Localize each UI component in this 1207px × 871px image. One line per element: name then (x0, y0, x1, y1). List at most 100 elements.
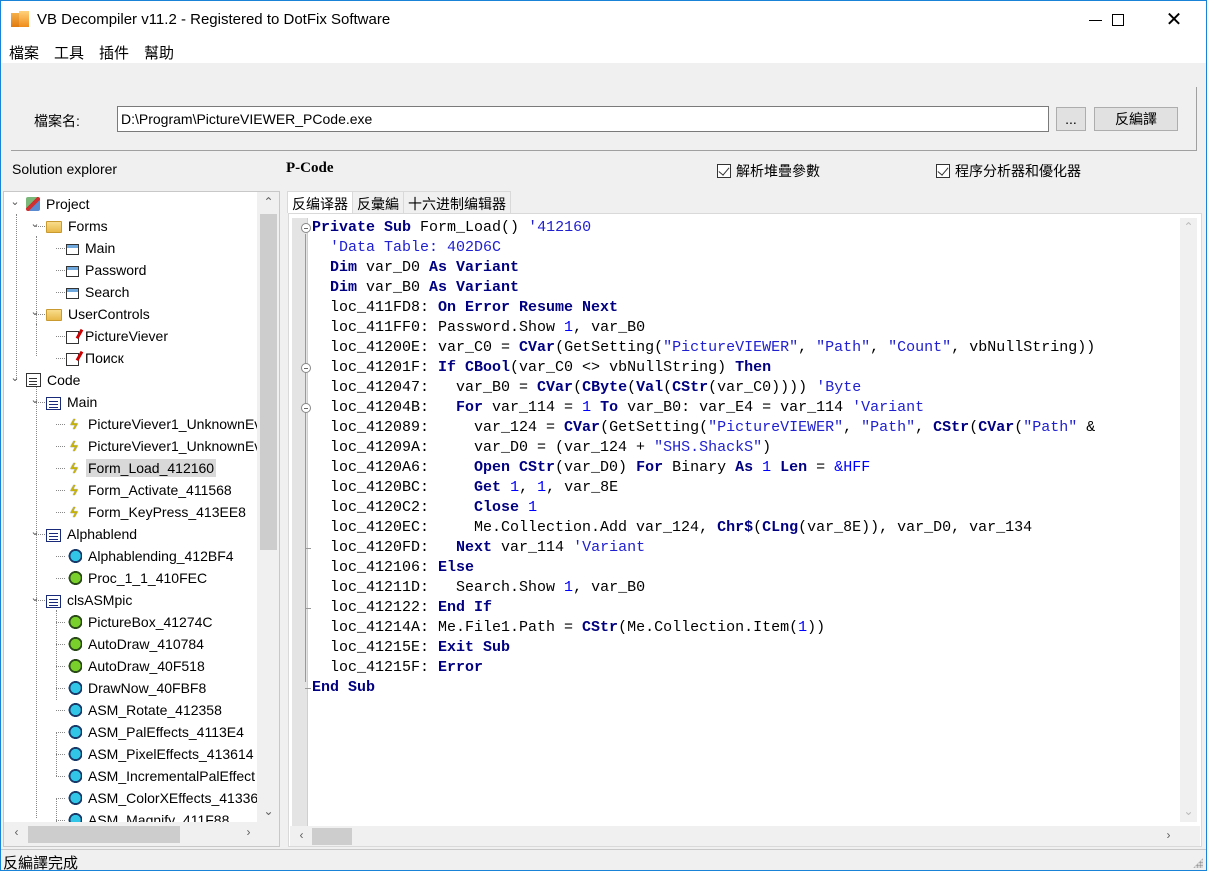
code-token: CStr (933, 419, 970, 436)
tree-node[interactable]: AutoDraw_40F518 (56, 655, 207, 677)
public-proc-icon (66, 614, 82, 630)
tree-node[interactable]: Main (56, 237, 117, 259)
tree-node[interactable]: PictureViever (56, 325, 170, 347)
resize-grip-icon[interactable] (1193, 858, 1203, 868)
code-token: "Path" (861, 419, 916, 436)
tree-node[interactable]: DrawNow_40FBF8 (56, 677, 208, 699)
menu-help[interactable]: 幫助 (144, 39, 174, 63)
code-editor[interactable]: Private Sub Form_Load() '412160 'Data Ta… (288, 213, 1202, 847)
tree-node[interactable]: ⌄ Alphablend (30, 523, 139, 545)
code-token: (GetSetting( (600, 419, 709, 436)
browse-button[interactable]: ... (1056, 107, 1086, 131)
chevron-down-icon[interactable]: ⌄ (30, 307, 40, 318)
scroll-down-icon[interactable]: ⌄ (1180, 804, 1197, 818)
tree-node[interactable]: ⌄ Forms (30, 215, 110, 237)
code-token: 1 (798, 619, 808, 636)
chevron-down-icon[interactable]: ⌄ (30, 593, 40, 604)
tree-node[interactable]: Password (56, 259, 148, 281)
tree-connector (56, 776, 65, 777)
tree-node[interactable]: Search (56, 281, 131, 303)
code-token: CVar (519, 339, 556, 356)
fold-collapse-icon[interactable] (301, 363, 311, 373)
tree-vertical-scrollbar[interactable]: ⌃ ⌄ (257, 192, 279, 822)
app-logo-icon (11, 11, 29, 27)
file-path-input[interactable] (117, 106, 1049, 132)
scroll-left-icon[interactable]: ‹ (293, 828, 310, 842)
code-token: Chr$ (717, 519, 754, 536)
close-button[interactable]: ✕ (1151, 1, 1197, 39)
tree-node[interactable]: ϟ Form_Activate_411568 (56, 479, 234, 501)
parse-stack-args-checkbox[interactable]: 解析堆疊參數 (717, 161, 820, 181)
code-token: Then (735, 359, 772, 376)
scroll-down-icon[interactable]: ⌄ (260, 804, 277, 818)
code-token: "PictureVIEWER" (663, 339, 799, 356)
maximize-button[interactable] (1095, 1, 1141, 39)
tree-node[interactable]: ASM_IncrementalPalEffect (56, 765, 257, 787)
code-token: End If (438, 599, 493, 616)
chevron-down-icon[interactable]: ⌄ (30, 527, 40, 538)
tree-node[interactable]: ASM_PalEffects_4113E4 (56, 721, 246, 743)
tree-hscroll-thumb[interactable] (28, 826, 180, 843)
tree-node[interactable]: ⌄ Project (10, 193, 92, 215)
tree-node[interactable]: Alphablending_412BF4 (56, 545, 236, 567)
tree-node[interactable]: ⌄ Code (10, 369, 82, 391)
tree-node[interactable]: ⌄ clsASMpic (30, 589, 134, 611)
code-vertical-scrollbar[interactable]: ⌃ ⌄ (1180, 218, 1197, 822)
scroll-up-icon[interactable]: ⌃ (260, 195, 277, 209)
tree-connector (36, 600, 45, 601)
tree-node[interactable]: ASM_ColorXEffects_41336 (56, 787, 257, 809)
tree-node-label: Main (67, 394, 98, 410)
menu-plugins[interactable]: 插件 (99, 39, 129, 63)
code-token: As (735, 459, 754, 476)
tab-disassembler[interactable]: 反彙編 (352, 191, 404, 213)
code-horizontal-scrollbar[interactable]: ‹ › (290, 826, 1200, 846)
code-hscroll-thumb[interactable] (312, 828, 352, 845)
chevron-down-icon[interactable]: ⌄ (10, 197, 20, 208)
fold-collapse-icon[interactable] (301, 223, 311, 233)
tree-node[interactable]: Proc_1_1_410FEC (56, 567, 209, 589)
form-icon (66, 266, 79, 277)
tree-horizontal-scrollbar[interactable]: ‹ › (4, 822, 279, 846)
tab-decompiler[interactable]: 反编译器 (287, 191, 353, 213)
chevron-down-icon[interactable]: ⌄ (30, 395, 40, 406)
decompile-button[interactable]: 反編譯 (1094, 107, 1178, 131)
form-icon (66, 288, 79, 299)
code-token: Close (474, 499, 520, 516)
tree-node[interactable]: ⌄ UserControls (30, 303, 152, 325)
tree-node[interactable]: ϟ Form_KeyPress_413EE8 (56, 501, 248, 523)
code-token: ( (969, 419, 979, 436)
scroll-left-icon[interactable]: ‹ (8, 825, 25, 839)
tree-node[interactable]: ASM_Rotate_412358 (56, 699, 224, 721)
code-token: 1 (537, 479, 547, 496)
tree-node[interactable]: ϟ Form_Load_412160 (56, 457, 217, 479)
procedure-analyzer-checkbox[interactable]: 程序分析器和優化器 (936, 161, 1081, 181)
code-text[interactable]: Private Sub Form_Load() '412160 'Data Ta… (312, 218, 1095, 698)
tree-node[interactable]: ⌄ Main (30, 391, 99, 413)
tree-node[interactable]: AutoDraw_410784 (56, 633, 206, 655)
code-token: End Sub (312, 679, 376, 696)
status-bar: 反編譯完成 (1, 849, 1206, 871)
menu-tools[interactable]: 工具 (54, 39, 84, 63)
tab-hex-editor[interactable]: 十六进制编辑器 (403, 191, 511, 213)
tree-node[interactable]: ϟ PictureViever1_UnknownEv (56, 435, 257, 457)
scroll-right-icon[interactable]: › (240, 825, 257, 839)
tree-node[interactable]: PictureBox_41274C (56, 611, 215, 633)
private-proc-icon (66, 768, 82, 784)
code-token: (var_8E)), var_D0, var_134 (798, 519, 1033, 536)
menu-file[interactable]: 檔案 (9, 39, 39, 63)
tree-node[interactable]: ϟ PictureViever1_UnknownEv (56, 413, 257, 435)
chevron-down-icon[interactable]: ⌄ (30, 219, 40, 230)
tree-connector (56, 732, 65, 733)
tree-node[interactable]: Поиск (56, 347, 126, 369)
scroll-up-icon[interactable]: ⌃ (1180, 220, 1197, 234)
scroll-right-icon[interactable]: › (1160, 828, 1177, 842)
code-token: loc_41215E: (312, 639, 439, 656)
tree-vscroll-thumb[interactable] (260, 214, 277, 550)
fold-collapse-icon[interactable] (301, 403, 311, 413)
tree-connector (56, 556, 65, 557)
tree-node[interactable]: ASM_PixelEffects_413614 (56, 743, 256, 765)
chevron-down-icon[interactable]: ⌄ (10, 373, 20, 384)
tree-node[interactable]: ASM_Magnify_411F88 (56, 809, 231, 822)
code-token: loc_41215F: (312, 659, 439, 676)
code-line: loc_41204B: For var_114 = 1 To var_B0: v… (312, 398, 1095, 418)
